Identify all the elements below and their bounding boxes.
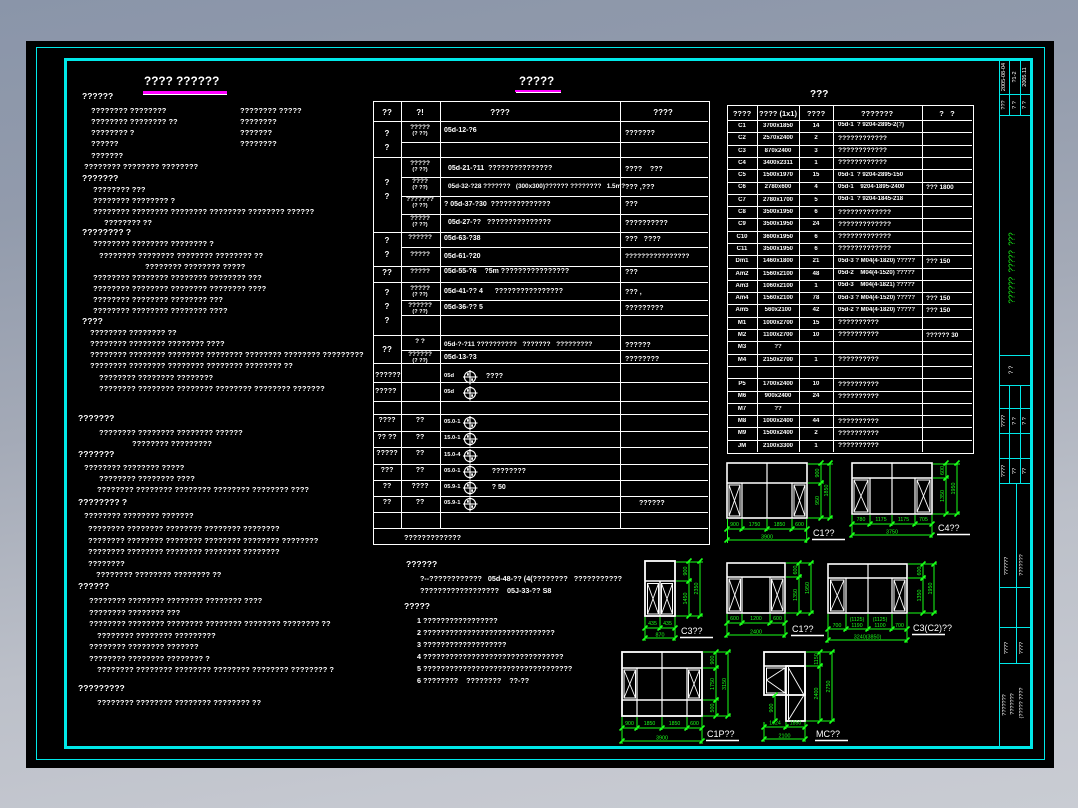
svg-text:1450: 1450 <box>683 593 689 605</box>
svg-text:C4??: C4?? <box>938 523 960 533</box>
svg-text:1850: 1850 <box>790 721 802 727</box>
svg-text:700: 700 <box>833 623 842 629</box>
svg-text:900: 900 <box>710 656 716 665</box>
svg-text:1190: 1190 <box>851 623 862 629</box>
svg-text:1175: 1175 <box>875 517 886 523</box>
svg-text:900: 900 <box>730 522 739 528</box>
svg-text:1950: 1950 <box>805 582 811 594</box>
svg-text:2750: 2750 <box>826 681 832 693</box>
svg-text:900: 900 <box>815 469 821 478</box>
svg-text:1950: 1950 <box>951 483 957 495</box>
svg-text:600: 600 <box>917 567 923 576</box>
svg-text:C3(C2)??: C3(C2)?? <box>913 623 952 633</box>
svg-text:C1??: C1?? <box>813 528 835 538</box>
svg-text:1350: 1350 <box>793 589 799 601</box>
svg-text:600: 600 <box>773 616 782 622</box>
svg-text:1200: 1200 <box>750 616 762 622</box>
svg-text:900: 900 <box>625 721 634 727</box>
svg-text:2100: 2100 <box>779 734 791 740</box>
svg-text:950: 950 <box>815 496 821 505</box>
svg-text:MC??: MC?? <box>816 729 840 739</box>
svg-text:C1P??: C1P?? <box>707 729 735 739</box>
svg-text:C3??: C3?? <box>681 626 703 636</box>
svg-text:600: 600 <box>940 466 946 475</box>
svg-text:3150: 3150 <box>722 678 728 690</box>
svg-text:600: 600 <box>730 616 739 622</box>
svg-text:2400: 2400 <box>814 688 820 700</box>
svg-text:870: 870 <box>656 633 665 639</box>
svg-text:1350: 1350 <box>940 490 946 502</box>
svg-text:780: 780 <box>857 517 866 523</box>
svg-text:3900: 3900 <box>761 535 773 541</box>
svg-text:1850: 1850 <box>824 485 830 497</box>
svg-text:435: 435 <box>648 621 657 627</box>
svg-text:1100: 1100 <box>874 623 885 629</box>
svg-text:1350: 1350 <box>917 590 923 602</box>
svg-text:2350: 2350 <box>694 583 700 595</box>
svg-text:1850: 1850 <box>774 522 786 528</box>
svg-text:700: 700 <box>895 623 904 629</box>
svg-text:3900: 3900 <box>656 736 668 742</box>
svg-text:705: 705 <box>919 517 928 523</box>
svg-text:600: 600 <box>793 566 799 575</box>
svg-text:435: 435 <box>663 621 672 627</box>
svg-text:600: 600 <box>690 721 699 727</box>
svg-text:1175: 1175 <box>898 517 909 523</box>
svg-text:900: 900 <box>683 567 689 576</box>
svg-text:1750: 1750 <box>710 678 716 690</box>
svg-text:1024: 1024 <box>769 721 781 727</box>
svg-text:1150: 1150 <box>814 653 820 665</box>
svg-text:500: 500 <box>710 704 716 713</box>
svg-text:3240(3850): 3240(3850) <box>854 635 882 641</box>
svg-text:1850: 1850 <box>669 721 681 727</box>
svg-text:1950: 1950 <box>928 583 934 595</box>
svg-text:1850: 1850 <box>644 721 656 727</box>
svg-text:3750: 3750 <box>886 530 898 536</box>
svg-text:600: 600 <box>795 522 804 528</box>
svg-text:2400: 2400 <box>750 630 762 636</box>
svg-text:900: 900 <box>769 704 775 713</box>
svg-text:1750: 1750 <box>749 522 761 528</box>
svg-text:C1??: C1?? <box>792 624 814 634</box>
